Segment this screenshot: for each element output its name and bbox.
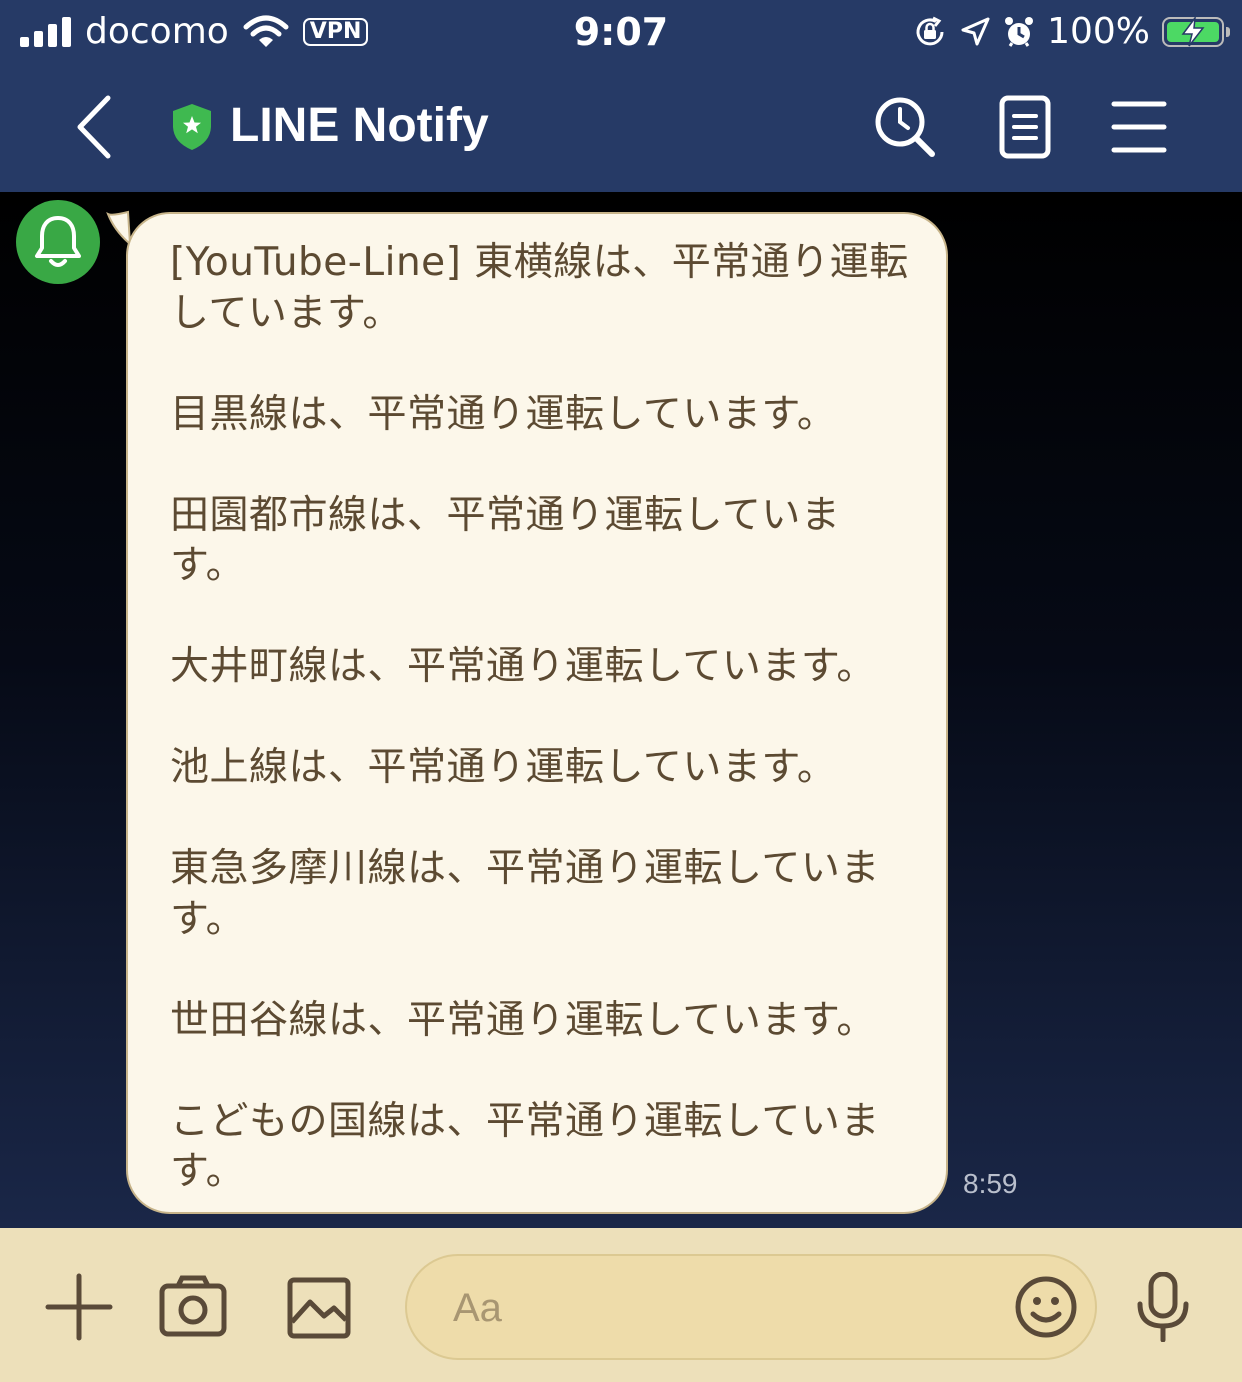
message-input[interactable] [451, 1256, 995, 1360]
status-right: 100% [913, 10, 1230, 54]
bell-icon [35, 216, 81, 267]
notes-icon[interactable] [992, 94, 1058, 160]
plus-icon[interactable] [44, 1272, 114, 1342]
shield-icon [173, 104, 211, 150]
charging-bolt-icon [1181, 17, 1205, 47]
chat-area[interactable]: [YouTube-Line] 東横線は、平常通り運転 しています。 目黒線は、平… [0, 192, 1242, 1228]
alarm-icon [1005, 17, 1034, 47]
battery-percent: 100% [1047, 11, 1150, 52]
back-icon[interactable] [70, 94, 120, 160]
battery-icon [1162, 17, 1230, 47]
input-bar [0, 1228, 1242, 1382]
camera-icon[interactable] [158, 1272, 228, 1342]
top-bar: docomo VPN 9:07 100% LINE Notify [0, 0, 1242, 192]
status-bar: docomo VPN 9:07 100% [0, 0, 1242, 64]
sender-avatar[interactable] [16, 200, 100, 284]
menu-icon[interactable] [1106, 94, 1172, 160]
message-time: 8:59 [963, 1168, 1018, 1199]
chat-header: LINE Notify [0, 64, 1242, 192]
battery-nub [1226, 27, 1230, 37]
search-icon[interactable] [872, 94, 938, 160]
orientation-lock-icon [916, 16, 944, 46]
message-text: [YouTube-Line] 東横線は、平常通り運転 しています。 目黒線は、平… [170, 240, 909, 1194]
chat-title: LINE Notify [230, 99, 489, 152]
location-icon [961, 17, 990, 46]
message-input-field[interactable] [405, 1254, 1097, 1360]
message-bubble[interactable]: [YouTube-Line] 東横線は、平常通り運転 しています。 目黒線は、平… [126, 212, 948, 1214]
image-icon[interactable] [284, 1272, 354, 1342]
mic-icon[interactable] [1130, 1272, 1196, 1342]
emoji-icon[interactable] [1013, 1274, 1079, 1340]
